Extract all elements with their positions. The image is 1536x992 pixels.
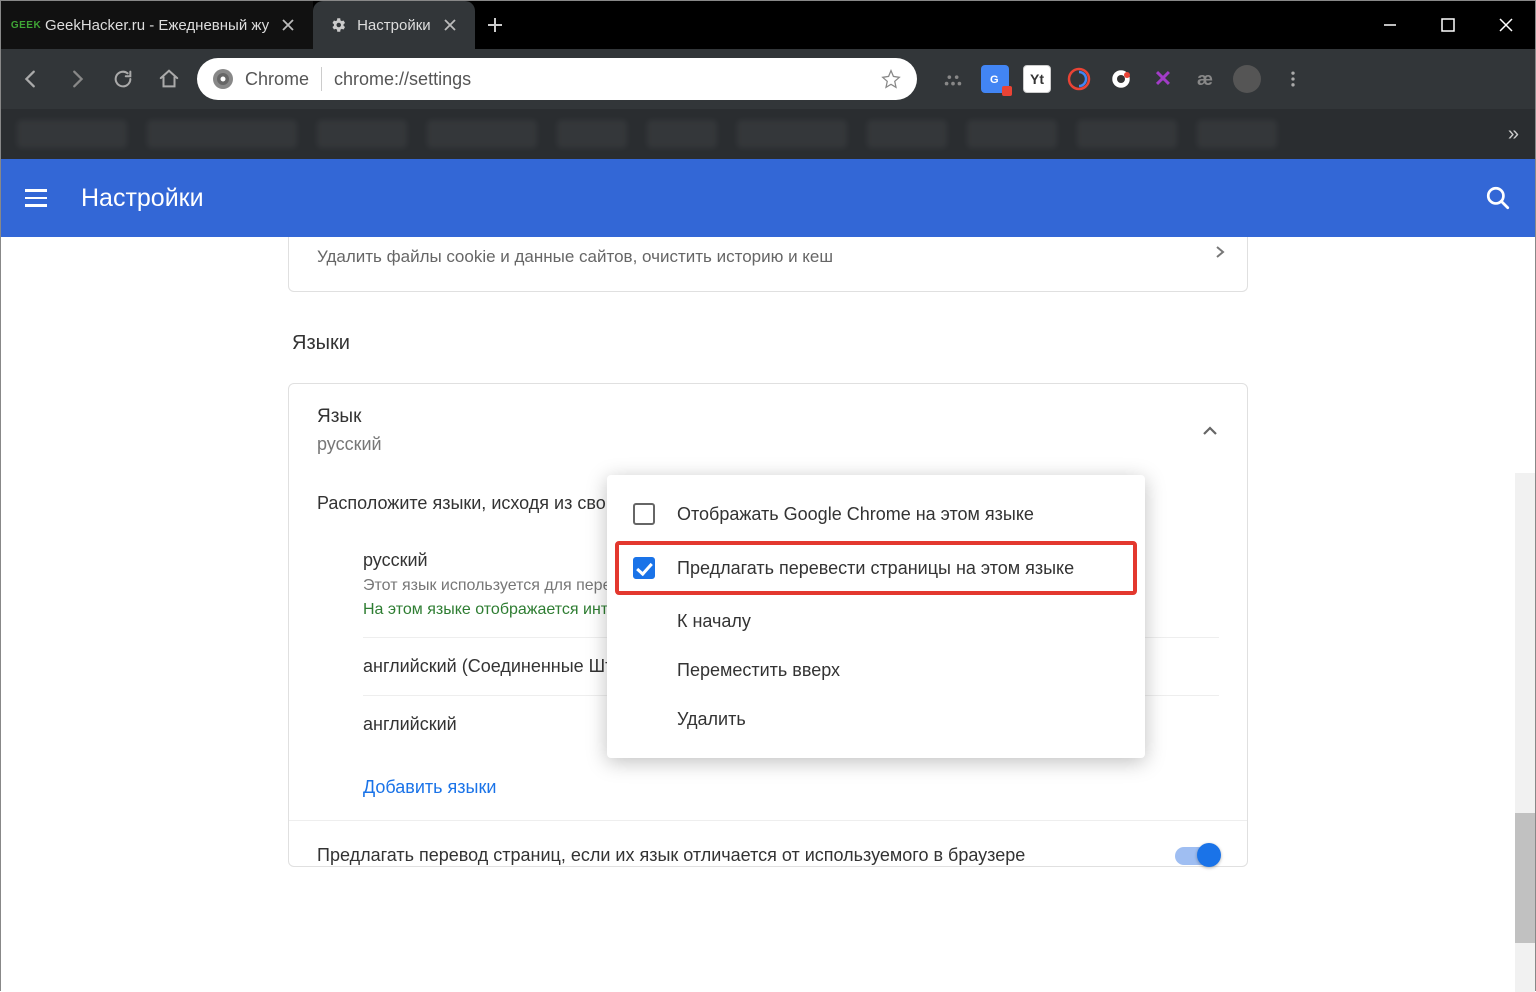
svg-text:G: G [990, 74, 999, 86]
extension-icon[interactable]: Yt [1023, 65, 1051, 93]
language-options-popup: Отображать Google Chrome на этом языке П… [607, 475, 1145, 758]
offer-translate-label: Предлагать перевод страниц, если их язык… [317, 845, 1175, 866]
tab-settings[interactable]: Настройки [313, 1, 475, 49]
language-expand-row[interactable]: Язык русский [317, 402, 1219, 475]
popup-move-to-top[interactable]: К началу [607, 597, 1145, 646]
maximize-button[interactable] [1419, 1, 1477, 49]
settings-header: Настройки [1, 159, 1535, 237]
checkbox-icon[interactable] [633, 503, 655, 525]
address-label: Chrome [245, 69, 309, 90]
back-button[interactable] [13, 61, 49, 97]
extension-icon[interactable]: G [981, 65, 1009, 93]
page-title: Настройки [81, 184, 204, 213]
bookmark-item[interactable] [967, 120, 1057, 148]
extension-icon[interactable]: æ [1191, 65, 1219, 93]
forward-button[interactable] [59, 61, 95, 97]
popup-item-label: Предлагать перевести страницы на этом яз… [677, 558, 1074, 579]
settings-content: Удалить файлы cookie и данные сайтов, оч… [1, 237, 1535, 992]
popup-move-up[interactable]: Переместить вверх [607, 646, 1145, 695]
home-button[interactable] [151, 61, 187, 97]
checkbox-checked-icon[interactable] [633, 557, 655, 579]
offer-translate-row: Предлагать перевод страниц, если их язык… [317, 821, 1219, 866]
clear-history-card[interactable]: Удалить файлы cookie и данные сайтов, оч… [288, 237, 1248, 292]
favicon-geekhacker: GEEK [17, 16, 35, 34]
browser-toolbar: Chrome chrome://settings G Yt ✕ æ [1, 49, 1535, 109]
tab-close-icon[interactable] [441, 16, 459, 34]
language-row-current: русский [317, 434, 382, 455]
search-button[interactable] [1485, 185, 1511, 211]
address-url: chrome://settings [334, 69, 869, 90]
scrollbar[interactable] [1515, 473, 1535, 992]
extension-icon[interactable] [1233, 65, 1261, 93]
extensions-row: G Yt ✕ æ [939, 61, 1311, 97]
tab-title: GeekHacker.ru - Ежедневный жу [45, 17, 269, 34]
popup-item-label: К началу [677, 611, 751, 632]
popup-item-label: Отображать Google Chrome на этом языке [677, 504, 1034, 525]
bookmarks-bar: » [1, 109, 1535, 159]
bookmark-item[interactable] [737, 120, 847, 148]
extension-icon[interactable] [939, 65, 967, 93]
close-button[interactable] [1477, 1, 1535, 49]
bookmark-item[interactable] [427, 120, 537, 148]
browser-menu-button[interactable] [1275, 61, 1311, 97]
tabs-row: GEEK GeekHacker.ru - Ежедневный жу Настр… [1, 1, 1361, 49]
popup-delete[interactable]: Удалить [607, 695, 1145, 744]
new-tab-button[interactable] [475, 1, 515, 49]
bookmark-star-icon[interactable] [881, 69, 901, 89]
tab-geekhacker[interactable]: GEEK GeekHacker.ru - Ежедневный жу [1, 1, 313, 49]
scrollbar-thumb[interactable] [1515, 813, 1535, 943]
bookmark-item[interactable] [147, 120, 297, 148]
address-separator [321, 67, 322, 91]
bookmark-item[interactable] [647, 120, 717, 148]
address-bar[interactable]: Chrome chrome://settings [197, 58, 917, 100]
languages-section-label: Языки [292, 332, 1248, 355]
chrome-icon [213, 69, 233, 89]
chevron-right-icon [1213, 245, 1227, 259]
offer-translate-toggle[interactable] [1175, 847, 1219, 865]
extension-icon[interactable] [1065, 65, 1093, 93]
minimize-button[interactable] [1361, 1, 1419, 49]
bookmarks-overflow-icon[interactable]: » [1508, 123, 1519, 146]
bookmark-item[interactable] [1197, 120, 1277, 148]
bookmark-item[interactable] [867, 120, 947, 148]
bookmark-item[interactable] [557, 120, 627, 148]
tab-close-icon[interactable] [279, 16, 297, 34]
clear-history-description: Удалить файлы cookie и данные сайтов, оч… [317, 247, 1219, 267]
gear-icon [329, 16, 347, 34]
bookmark-item[interactable] [317, 120, 407, 148]
popup-item-label: Удалить [677, 709, 746, 730]
reload-button[interactable] [105, 61, 141, 97]
popup-item-label: Переместить вверх [677, 660, 840, 681]
bookmark-item[interactable] [1077, 120, 1177, 148]
menu-button[interactable] [25, 180, 61, 216]
extension-icon[interactable] [1107, 65, 1135, 93]
extension-icon[interactable]: ✕ [1149, 65, 1177, 93]
language-row-title: Язык [317, 406, 382, 428]
tab-title: Настройки [357, 17, 431, 34]
window-controls [1361, 1, 1535, 49]
window-titlebar: GEEK GeekHacker.ru - Ежедневный жу Настр… [1, 1, 1535, 49]
popup-offer-translate[interactable]: Предлагать перевести страницы на этом яз… [617, 543, 1135, 593]
bookmark-item[interactable] [17, 120, 127, 148]
chevron-up-icon [1201, 422, 1219, 440]
popup-display-in-language[interactable]: Отображать Google Chrome на этом языке [607, 489, 1145, 539]
add-languages-button[interactable]: Добавить языки [317, 753, 1219, 804]
